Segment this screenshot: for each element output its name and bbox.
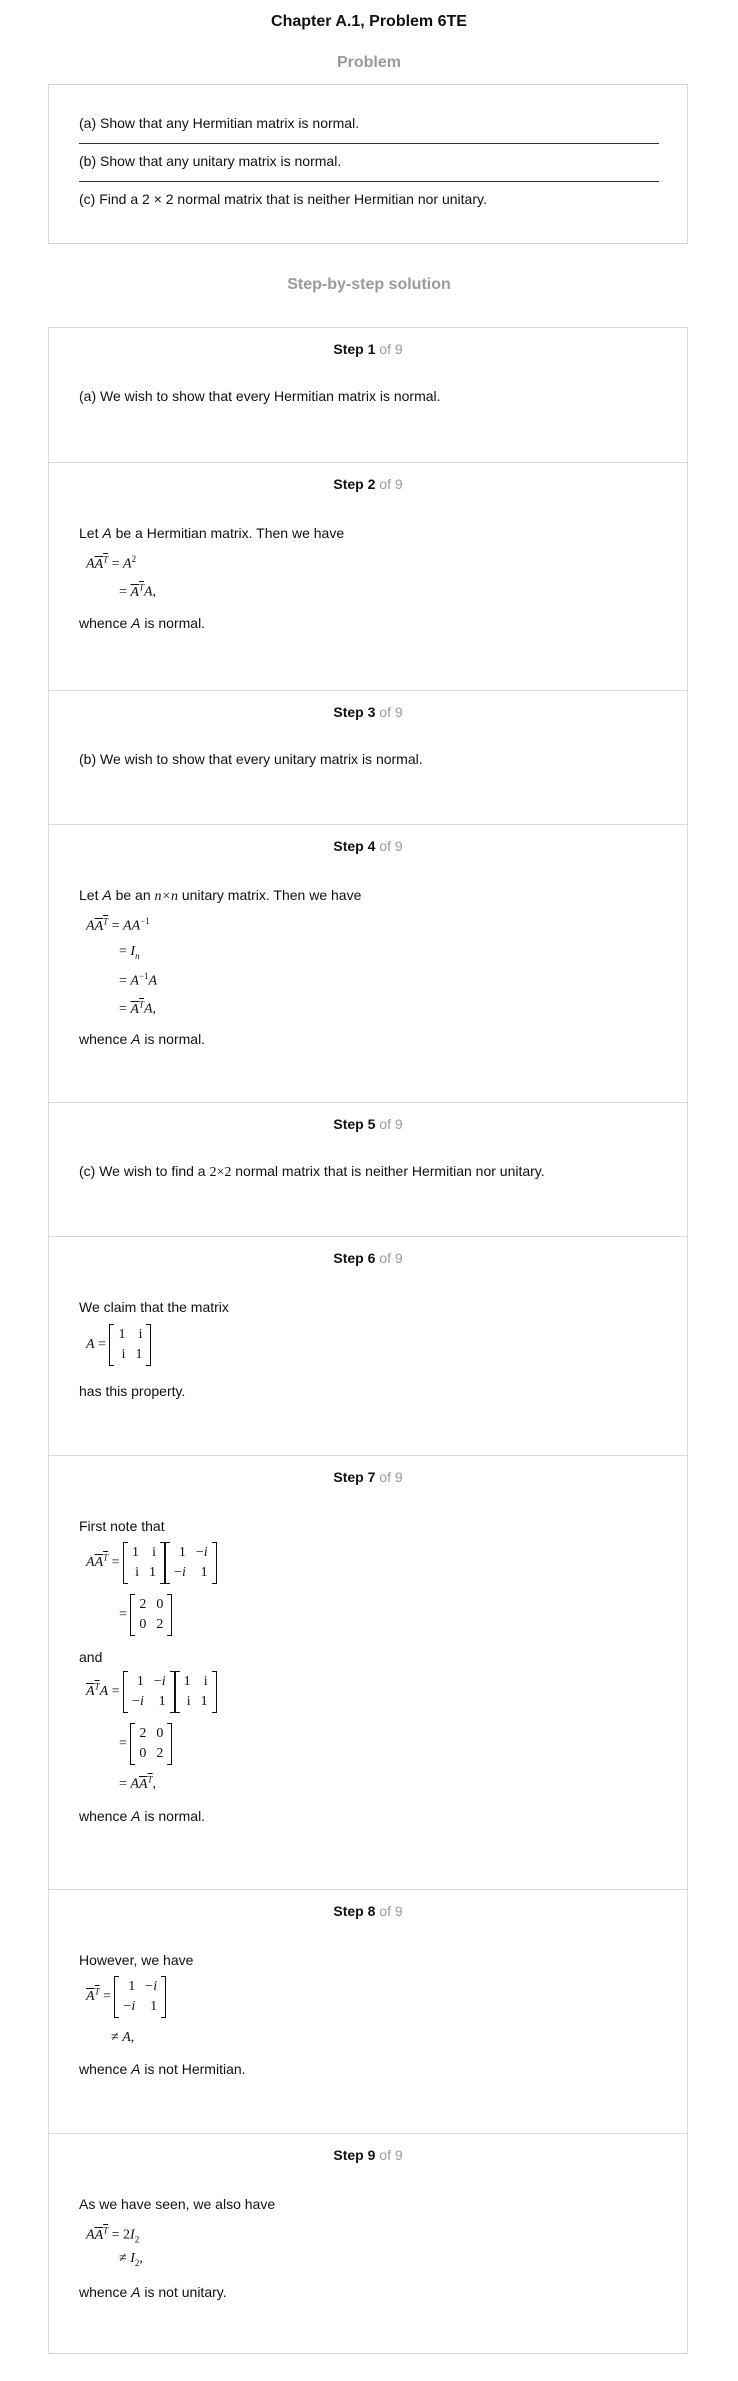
equation: = 2002: [119, 1723, 173, 1765]
step-4: Step 4 of 9 Let A be an n×n unitary matr…: [49, 824, 687, 1102]
step-text: First note that: [79, 1518, 165, 1534]
equation: A = 1ii1: [86, 1324, 152, 1366]
page-title: Chapter A.1, Problem 6TE: [271, 13, 467, 30]
step-text: whence A is not unitary.: [79, 2284, 227, 2300]
step-9: Step 9 of 9 As we have seen, we also hav…: [49, 2133, 687, 2353]
step-text: Let A be an n×n unitary matrix. Then we …: [79, 887, 362, 904]
equation: = In: [119, 944, 140, 961]
step-header: Step 4 of 9: [333, 838, 403, 854]
equation: = A−1A: [119, 971, 158, 989]
step-7: Step 7 of 9 First note that AAT = 1 i i 1 1−…: [49, 1455, 687, 1889]
solution-steps: Step 1 of 9 (a) We wish to show that eve…: [48, 327, 688, 2354]
equation: AAT = 1 i i 1 1 −i −i 1: [86, 1542, 217, 1584]
step-text: has this property.: [79, 1383, 186, 1399]
step-header: Step 7 of 9: [333, 1469, 403, 1485]
equation: AAT = 2I2: [86, 2225, 140, 2245]
step-text: We claim that the matrix: [79, 1299, 229, 1315]
step-header: Step 2 of 9: [333, 476, 403, 492]
equation: ATA = 1 −i −i 1 1 i i 1: [86, 1671, 217, 1713]
step-text: whence A is normal.: [79, 1808, 206, 1824]
divider: [79, 143, 659, 144]
step-2: Step 2 of 9 Let A be a Hermitian matrix.…: [49, 462, 687, 690]
step-6: Step 6 of 9 We claim that the matrix A =…: [49, 1236, 687, 1455]
step-1: Step 1 of 9 (a) We wish to show that eve…: [49, 328, 687, 462]
step-text: (c) We wish to find a 2×2 normal matrix …: [79, 1163, 545, 1180]
solution-heading: Step-by-step solution: [287, 276, 451, 293]
divider: [79, 181, 659, 182]
step-text: As we have seen, we also have: [79, 2196, 276, 2212]
equation: AT = 1 −i −i 1: [86, 1976, 167, 2018]
step-8: Step 8 of 9 However, we have AT = 1 −i −i 1…: [49, 1889, 687, 2133]
equation: = AAT,: [119, 1774, 157, 1792]
step-text: Let A be a Hermitian matrix. Then we hav…: [79, 525, 345, 541]
problem-part-a: (a) Show that any Hermitian matrix is no…: [79, 115, 360, 131]
equation: = ATA,: [119, 999, 157, 1017]
equation: ≠ A,: [111, 2030, 135, 2045]
step-3: Step 3 of 9 (b) We wish to show that eve…: [49, 690, 687, 824]
step-header: Step 9 of 9: [333, 2147, 403, 2163]
problem-part-b: (b) Show that any unitary matrix is norm…: [79, 153, 342, 169]
step-header: Step 3 of 9: [333, 704, 403, 720]
equation: ≠ I2,: [119, 2251, 143, 2268]
equation: = ATA,: [119, 582, 157, 600]
problem-box: (a) Show that any Hermitian matrix is no…: [48, 84, 688, 244]
problem-part-c: (c) Find a 2 × 2 normal matrix that is n…: [79, 191, 487, 207]
step-text: whence A is not Hermitian.: [79, 2061, 246, 2077]
problem-heading: Problem: [336, 54, 401, 71]
equation: = 2002: [119, 1594, 173, 1636]
equation: AAT = AA−1: [86, 916, 150, 934]
page: Chapter A.1, Problem 6TE Problem (a) Sho…: [0, 0, 738, 2381]
step-header: Step 8 of 9: [333, 1903, 403, 1919]
equation: AAT = A2: [86, 554, 137, 572]
step-text: whence A is normal.: [79, 615, 206, 631]
step-5: Step 5 of 9 (c) We wish to find a 2×2 no…: [49, 1102, 687, 1236]
step-header: Step 5 of 9: [333, 1116, 403, 1132]
step-text: whence A is normal.: [79, 1031, 206, 1047]
step-text: However, we have: [79, 1952, 194, 1968]
step-text: (b) We wish to show that every unitary m…: [79, 751, 423, 767]
step-text: (a) We wish to show that every Hermitian…: [79, 388, 441, 404]
step-header: Step 6 of 9: [333, 1250, 403, 1266]
step-text: and: [79, 1649, 103, 1665]
step-header: Step 1 of 9: [333, 341, 403, 357]
